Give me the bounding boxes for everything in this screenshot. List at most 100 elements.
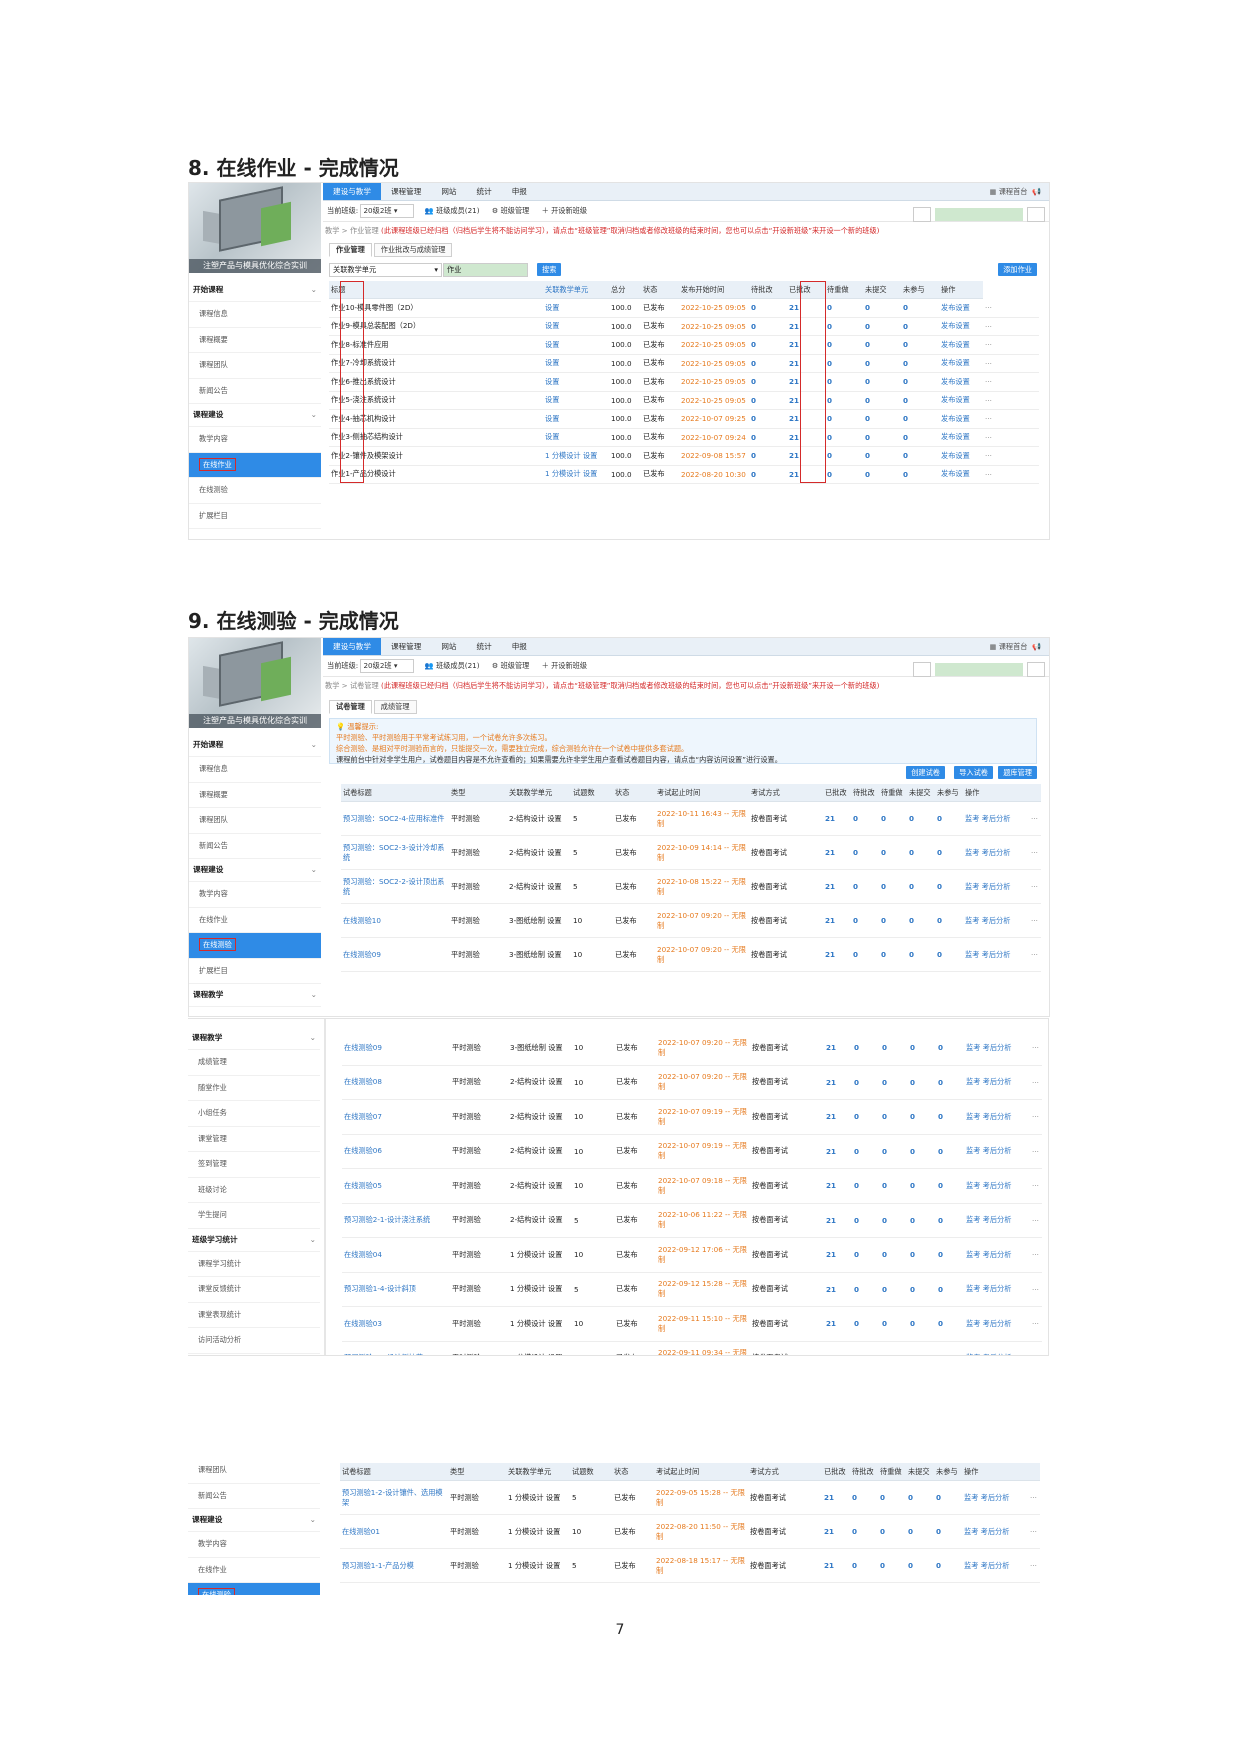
top-tab-3[interactable]: 网站 [431, 183, 466, 200]
class-manage-link[interactable]: ⚙ 班级管理 [492, 656, 530, 676]
publish-settings-link[interactable]: 发布设置 [939, 317, 983, 336]
quiz-button-2[interactable]: 导入试卷 [954, 766, 993, 779]
proctor-analysis-links[interactable]: 监考 考后分析 [963, 937, 1029, 972]
table-cell[interactable]: 3-图纸绘制 设置 [507, 903, 571, 938]
filter-icon[interactable] [913, 661, 931, 677]
homework-title[interactable]: 作业4-抽芯机构设计 [329, 409, 543, 429]
quiz-button-1[interactable]: 创建试卷 [906, 766, 945, 779]
more-icon[interactable]: ··· [983, 372, 1039, 392]
sidebar-item-1[interactable]: 课程概要 [189, 328, 321, 353]
more-icon[interactable]: ··· [1029, 903, 1041, 938]
sidebar-item-1[interactable]: 在线作业 [189, 908, 321, 933]
unit-filter-select[interactable]: 关联教学单元 ▾ [329, 263, 442, 277]
class-manage-link[interactable]: ⚙ 班级管理 [492, 201, 530, 221]
quiz-title-link[interactable]: 在线测验08 [342, 1065, 450, 1100]
publish-settings-link[interactable]: 发布设置 [939, 465, 983, 484]
quiz-title-link[interactable]: 预习测验：SOC2-2-设计顶出系统 [341, 869, 449, 904]
more-icon[interactable]: ··· [983, 409, 1039, 429]
sidebar-item-2[interactable]: 课程团队 [189, 808, 321, 834]
proctor-analysis-links[interactable]: 监考 考后分析 [964, 1203, 1030, 1238]
sidebar-item-2[interactable]: 在线测验 [189, 933, 321, 959]
proctor-analysis-links[interactable]: 监考 考后分析 [964, 1031, 1030, 1066]
sidebar-item-6[interactable]: 学生提问 [188, 1203, 320, 1229]
publish-settings-link[interactable]: 发布设置 [939, 335, 983, 355]
sidebar-group[interactable]: 开始课程 ⌄ [189, 279, 321, 302]
more-icon[interactable]: ··· [983, 391, 1039, 410]
quiz-title-link[interactable]: 在线测验10 [341, 903, 449, 938]
quiz-title-link[interactable]: 在线测验01 [340, 1514, 448, 1549]
more-icon[interactable]: ··· [1030, 1203, 1042, 1238]
sidebar-item-3[interactable]: 新闻公告 [189, 379, 321, 404]
homework-search-input[interactable]: 作业 [443, 263, 528, 277]
sidebar-item-0[interactable]: 教学内容 [189, 882, 321, 908]
course-home-link[interactable]: ▦ 课程首台 📢 [990, 183, 1041, 200]
sidebar-item-5[interactable]: 班级讨论 [188, 1178, 320, 1203]
table-cell[interactable]: 3-图纸绘制 设置 [508, 1031, 572, 1066]
more-icon[interactable]: ··· [983, 446, 1039, 466]
sidebar-item-0[interactable]: 成绩管理 [188, 1050, 320, 1076]
quiz-title-link[interactable]: 在线测验03 [342, 1306, 450, 1342]
sidebar-group[interactable]: 课程教学 ⌄ [189, 984, 321, 1007]
quiz-title-link[interactable]: 预习测验1-4-设计斜顶 [342, 1272, 450, 1307]
sidebar-item-0[interactable]: 课程学习统计 [188, 1252, 320, 1277]
tab-2[interactable]: 作业批改与成绩管理 [373, 243, 453, 257]
homework-title[interactable]: 作业8-标准件应用 [329, 335, 543, 355]
more-icon[interactable]: ··· [1030, 1237, 1042, 1273]
sidebar-item-0[interactable]: 教学内容 [189, 427, 321, 453]
sidebar-item-1[interactable]: 在线作业 [188, 1558, 320, 1583]
grid-icon[interactable] [1027, 206, 1045, 222]
more-icon[interactable]: ··· [983, 465, 1039, 484]
more-icon[interactable]: ··· [1030, 1272, 1042, 1307]
sidebar-item-4[interactable]: 签到管理 [188, 1152, 320, 1178]
tab-1[interactable]: 试卷管理 [329, 700, 372, 714]
quiz-title-link[interactable]: 预习测验：SOC2-4-应用标准件 [341, 801, 449, 836]
sidebar-item-1[interactable]: 随堂作业 [188, 1076, 320, 1101]
search-button[interactable]: 搜索 [537, 263, 562, 276]
sidebar-item-1[interactable]: 课程概要 [189, 783, 321, 808]
sidebar-item-1[interactable]: 在线作业 [189, 452, 321, 478]
quiz-title-link[interactable]: 在线测验06 [342, 1134, 450, 1169]
sidebar-item-0[interactable]: 课程信息 [189, 302, 321, 328]
proctor-analysis-links[interactable]: 监考 考后分析 [964, 1065, 1030, 1100]
sidebar-group[interactable]: 课程教学 ⌄ [188, 1027, 320, 1050]
quiz-title-link[interactable]: 预习测验1-2-设计镶件、选用模架 [340, 1480, 448, 1515]
more-icon[interactable]: ··· [983, 428, 1039, 447]
sidebar-item-3[interactable]: 访问活动分析 [188, 1328, 320, 1354]
homework-title[interactable]: 作业5-浇注系统设计 [329, 391, 543, 410]
homework-title[interactable]: 作业1-产品分模设计 [329, 465, 543, 484]
table-cell[interactable]: 设置 [543, 298, 609, 318]
tab-2[interactable]: 成绩管理 [373, 700, 417, 714]
new-class-link[interactable]: ＋ 开设新班级 [542, 656, 587, 676]
table-cell[interactable]: 设置 [543, 391, 609, 410]
class-members-link[interactable]: 👥 班级成员(21) [425, 201, 480, 221]
table-cell[interactable]: 设置 [543, 354, 609, 373]
table-cell[interactable]: 设置 [543, 317, 609, 336]
sidebar-item-1[interactable]: 课堂反馈统计 [188, 1277, 320, 1303]
more-icon[interactable]: ··· [1030, 1031, 1042, 1066]
table-cell[interactable]: 2-结构设计 设置 [508, 1168, 572, 1204]
grid-icon[interactable] [1027, 661, 1045, 677]
table-cell[interactable]: 3-图纸绘制 设置 [507, 937, 571, 972]
sidebar-group[interactable]: 课程建设 ⌄ [189, 859, 321, 882]
table-cell[interactable]: 2-结构设计 设置 [507, 801, 571, 836]
add-homework-button[interactable]: 添加作业 [998, 263, 1037, 276]
sidebar-group[interactable]: 课程建设 ⌄ [189, 404, 321, 427]
proctor-analysis-links[interactable]: 监考 考后分析 [962, 1548, 1028, 1583]
top-tab-1[interactable]: 建设与教学 [323, 183, 381, 200]
publish-settings-link[interactable]: 发布设置 [939, 409, 983, 429]
proctor-analysis-links[interactable]: 监考 考后分析 [963, 801, 1029, 836]
table-cell[interactable]: 1 分模设计 设置 [508, 1341, 572, 1355]
proctor-analysis-links[interactable]: 监考 考后分析 [964, 1237, 1030, 1273]
quiz-title-link[interactable]: 在线测验09 [341, 937, 449, 972]
publish-settings-link[interactable]: 发布设置 [939, 298, 983, 318]
table-cell[interactable]: 2-结构设计 设置 [508, 1134, 572, 1169]
table-cell[interactable]: 设置 [543, 428, 609, 447]
class-members-link[interactable]: 👥 班级成员(21) [425, 656, 480, 676]
table-cell[interactable]: 设置 [543, 335, 609, 355]
search-field[interactable] [935, 662, 1023, 676]
quiz-title-link[interactable]: 在线测验07 [342, 1099, 450, 1135]
homework-title[interactable]: 作业10-模具零件图（2D） [329, 298, 543, 318]
table-cell[interactable]: 1 分模设计 设置 [506, 1480, 570, 1515]
sidebar-group[interactable]: 班级学习统计 ⌄ [188, 1229, 320, 1252]
sidebar-item-0[interactable]: 教学内容 [188, 1532, 320, 1558]
